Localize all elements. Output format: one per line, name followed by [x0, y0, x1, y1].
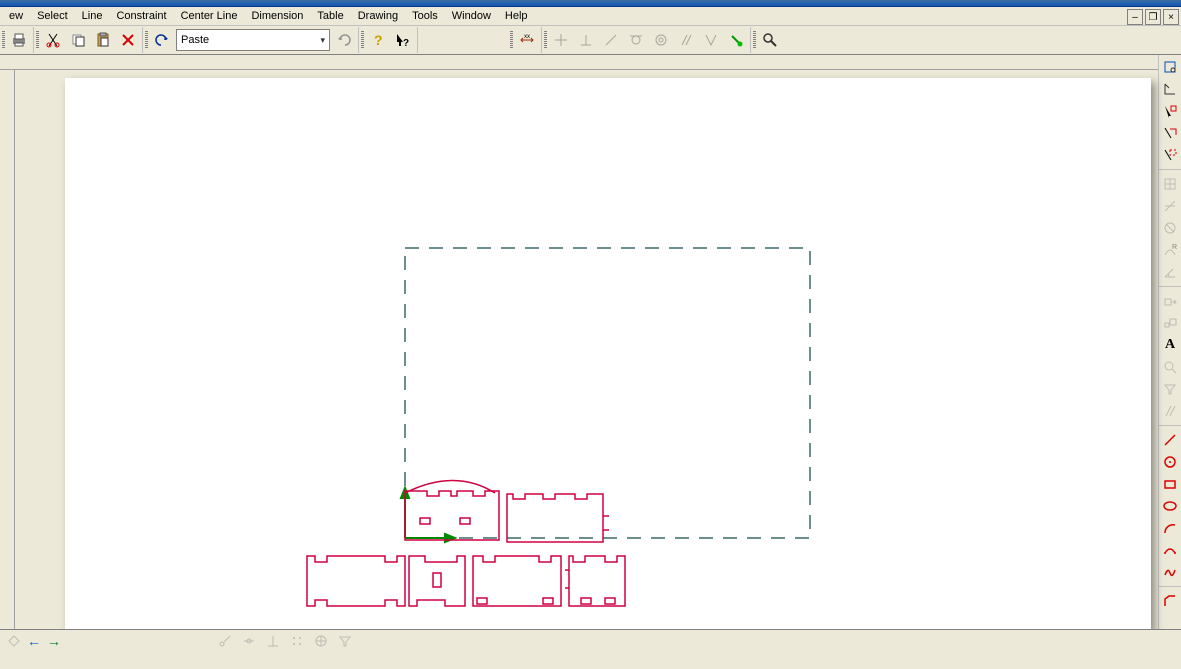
chamfer-tool-icon[interactable] — [1160, 591, 1180, 611]
scale-to-icon — [1160, 313, 1180, 333]
circle-tool-icon[interactable] — [1160, 452, 1180, 472]
right-toolbar: R A — [1158, 55, 1181, 629]
snap-end-icon — [214, 630, 236, 652]
context-help-icon[interactable]: ? — [392, 29, 414, 51]
ruler-horizontal — [0, 55, 1158, 70]
constraint-concentric-icon — [650, 29, 672, 51]
snap-center-icon — [310, 630, 332, 652]
menu-centerline[interactable]: Center Line — [174, 9, 245, 23]
ellipse-tool-icon[interactable] — [1160, 496, 1180, 516]
delete-icon[interactable] — [117, 29, 139, 51]
axes-icon — [1160, 196, 1180, 216]
minimize-button[interactable]: – — [1127, 9, 1143, 25]
angle-dim-icon — [1160, 262, 1180, 282]
constraint-horizontal-icon — [575, 29, 597, 51]
arc-center-tool-icon[interactable] — [1160, 518, 1180, 538]
menu-dimension[interactable]: Dimension — [244, 9, 310, 23]
dimension-tool-icon[interactable]: xx — [516, 29, 538, 51]
restore-button[interactable]: ❐ — [1145, 9, 1161, 25]
menu-help[interactable]: Help — [498, 9, 535, 23]
svg-text:?: ? — [374, 32, 383, 48]
circle-measure-icon — [1160, 218, 1180, 238]
constraint-tangent-icon — [625, 29, 647, 51]
filter-icon — [1160, 379, 1180, 399]
undo-combo[interactable]: Paste — [176, 29, 330, 51]
menu-select[interactable]: Select — [30, 9, 75, 23]
menu-tools[interactable]: Tools — [405, 9, 445, 23]
help-icon[interactable]: ? — [367, 29, 389, 51]
constraint-coincident-icon — [550, 29, 572, 51]
menu-table[interactable]: Table — [310, 9, 350, 23]
drawing-canvas[interactable] — [65, 78, 1151, 630]
main-toolbar: Paste ? ? xx — [0, 26, 1181, 55]
constraint-fix-icon[interactable] — [725, 29, 747, 51]
work-area: R A — [0, 55, 1181, 629]
select-element-icon[interactable] — [1160, 101, 1180, 121]
snap-mid-icon — [238, 630, 260, 652]
paste-icon[interactable] — [92, 29, 114, 51]
spline-tool-icon[interactable] — [1160, 562, 1180, 582]
menu-constraint[interactable]: Constraint — [109, 9, 173, 23]
svg-text:?: ? — [403, 38, 409, 48]
line-tool-icon[interactable] — [1160, 430, 1180, 450]
zoom-icon[interactable] — [759, 29, 781, 51]
status-bar: ← → — [0, 629, 1181, 652]
close-button[interactable]: × — [1163, 9, 1179, 25]
nav-prev-icon[interactable]: ← — [25, 632, 43, 650]
grid-icon — [1160, 174, 1180, 194]
radius-dim-icon: R — [1160, 240, 1180, 260]
parallel-icon — [1160, 401, 1180, 421]
undo-icon[interactable] — [151, 29, 173, 51]
copy-icon[interactable] — [67, 29, 89, 51]
constraint-parallel-icon — [675, 29, 697, 51]
menu-window[interactable]: Window — [445, 9, 498, 23]
snap-perp-icon — [262, 630, 284, 652]
cut-icon[interactable] — [42, 29, 64, 51]
rectangle-tool-icon[interactable] — [1160, 474, 1180, 494]
select-chain-icon[interactable] — [1160, 123, 1180, 143]
zoom-area-icon — [1160, 357, 1180, 377]
select-feature-icon[interactable] — [1160, 145, 1180, 165]
menu-view[interactable]: ew — [2, 9, 30, 23]
trap-pick-icon[interactable] — [1160, 79, 1180, 99]
info-icon — [5, 632, 23, 650]
arc-3pt-tool-icon[interactable] — [1160, 540, 1180, 560]
select-items-icon[interactable] — [1160, 57, 1180, 77]
ruler-vertical — [0, 70, 15, 629]
print-icon[interactable] — [8, 29, 30, 51]
menu-drawing[interactable]: Drawing — [351, 9, 405, 23]
snap-filter-icon — [334, 630, 356, 652]
snap-grid-icon — [286, 630, 308, 652]
menu-line[interactable]: Line — [75, 9, 110, 23]
move-to-icon — [1160, 291, 1180, 311]
window-controls: – ❐ × — [1127, 9, 1179, 25]
redo-icon — [333, 29, 355, 51]
nav-next-icon[interactable]: → — [45, 632, 63, 650]
text-annotation-icon[interactable]: A — [1160, 335, 1180, 355]
svg-text:R: R — [1172, 244, 1177, 251]
svg-text:xx: xx — [524, 34, 530, 40]
snap-toolbar — [214, 630, 356, 652]
constraint-line-icon — [600, 29, 622, 51]
title-bar — [0, 0, 1181, 7]
menu-bar: ew Select Line Constraint Center Line Di… — [0, 7, 1181, 26]
constraint-symmetric-icon — [700, 29, 722, 51]
